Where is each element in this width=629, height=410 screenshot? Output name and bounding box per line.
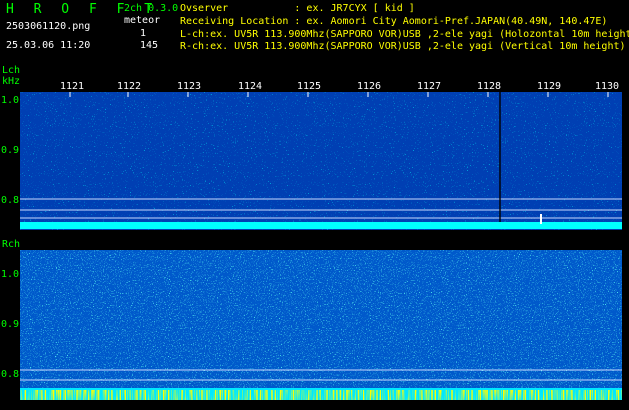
- lch-waterfall: [20, 92, 622, 230]
- rch-waterfall: [20, 250, 622, 400]
- spectrogram-canvas: [20, 92, 622, 400]
